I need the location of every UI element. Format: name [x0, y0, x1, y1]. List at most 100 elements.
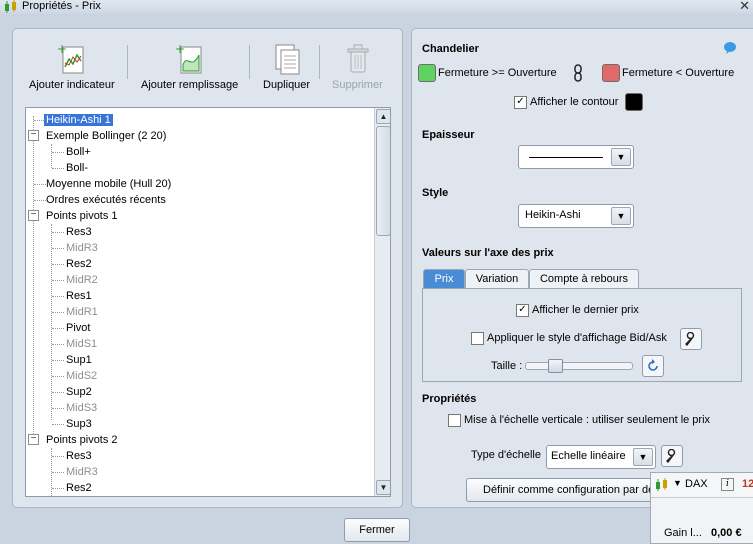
vertical-scale-checkbox[interactable] — [448, 414, 461, 427]
tree-item[interactable]: Heikin-Ashi 1 — [44, 112, 113, 128]
tree-line — [52, 392, 64, 393]
tree-item[interactable]: Res1 — [66, 288, 92, 304]
link-chain-icon[interactable] — [573, 64, 583, 82]
tree-item[interactable]: Moyenne mobile (Hull 20) — [46, 176, 171, 192]
tree-item-label: MidR3 — [66, 242, 98, 254]
gain-value: 0,00 € — [711, 527, 742, 539]
tree-scrollbar[interactable]: ▲ ▼ — [374, 108, 390, 496]
dax-symbol: DAX — [685, 478, 708, 490]
toolbar-separator — [319, 45, 320, 79]
tab-variation[interactable]: Variation — [465, 269, 529, 288]
dax-popup-header: ▼ DAX i 12 — [651, 473, 753, 498]
tree-line — [52, 344, 64, 345]
chevron-down-icon: ▼ — [633, 448, 653, 466]
properties-panel: Chandelier Fermeture >= Ouverture Fermet… — [411, 28, 753, 508]
style-select[interactable]: Heikin-Ashi ▼ — [518, 204, 634, 228]
size-slider[interactable] — [525, 362, 633, 370]
epaisseur-section-title: Epaisseur — [422, 129, 475, 141]
tree-item-label: Points pivots 1 — [46, 210, 118, 222]
add-fill-button[interactable]: + Ajouter remplissage — [141, 43, 238, 91]
delete-label: Supprimer — [332, 79, 383, 91]
tab-prix[interactable]: Prix — [423, 269, 465, 288]
tree-item[interactable]: Sup1 — [66, 352, 92, 368]
tree-item-label: Sup1 — [66, 354, 92, 366]
dropdown-arrow-icon[interactable]: ▼ — [673, 478, 682, 488]
tree-line — [52, 296, 64, 297]
tree-line — [51, 144, 52, 168]
size-slider-thumb[interactable] — [548, 359, 564, 373]
scale-type-value: Echelle linéaire — [551, 450, 626, 462]
reset-size-button[interactable] — [642, 355, 664, 377]
outline-color-swatch[interactable] — [625, 93, 643, 111]
tree-item-label: Res2 — [66, 482, 92, 494]
add-indicator-label: Ajouter indicateur — [29, 79, 115, 91]
tree-item-label: Boll+ — [66, 146, 91, 158]
scroll-down-icon[interactable]: ▼ — [376, 480, 390, 495]
close-window-icon[interactable]: ✕ — [739, 0, 750, 14]
tree-item[interactable]: MidS1 — [66, 336, 97, 352]
duplicate-button[interactable]: Dupliquer — [263, 43, 310, 91]
tree-item[interactable]: Pivot — [66, 320, 90, 336]
tree-item[interactable]: Res2 — [66, 480, 92, 496]
tree-item[interactable]: Ordres exécutés récents — [46, 192, 166, 208]
tree-item-label: MidR3 — [66, 466, 98, 478]
tree-item[interactable]: Res3 — [66, 448, 92, 464]
info-icon[interactable]: i — [721, 478, 734, 491]
candlestick-icon — [656, 478, 667, 491]
collapse-toggle[interactable]: − — [28, 434, 39, 445]
tree-item[interactable]: MidR3 — [66, 464, 98, 480]
tree-item[interactable]: Boll+ — [66, 144, 91, 160]
scale-settings-button[interactable] — [661, 445, 683, 467]
tree-item-label: Res2 — [66, 258, 92, 270]
tree-item[interactable]: Exemple Bollinger (2 20) — [46, 128, 166, 144]
trash-icon — [347, 44, 369, 73]
bid-ask-style-checkbox[interactable] — [471, 332, 484, 345]
tree-item[interactable]: MidR1 — [66, 304, 98, 320]
tree-item[interactable]: Points pivots 2 — [46, 432, 118, 448]
collapse-toggle[interactable]: − — [28, 130, 39, 141]
down-color-swatch[interactable] — [602, 64, 620, 82]
delete-button[interactable]: Supprimer — [332, 43, 383, 91]
scroll-thumb[interactable] — [376, 126, 390, 236]
tree-item[interactable]: Res3 — [66, 224, 92, 240]
tree-item-label: MidS2 — [66, 370, 98, 382]
tree-item-label: Res1 — [66, 290, 92, 302]
tree-item[interactable]: Sup3 — [66, 416, 92, 432]
add-fill-label: Ajouter remplissage — [141, 79, 239, 91]
help-bubble-icon[interactable] — [723, 41, 737, 55]
tree-line — [52, 472, 64, 473]
tree-item-label: Res3 — [66, 450, 92, 462]
thickness-select[interactable]: ▼ — [518, 145, 634, 169]
duplicate-icon — [275, 44, 300, 75]
tree-item[interactable]: MidS3 — [66, 400, 97, 416]
show-last-price-checkbox[interactable]: ✓ — [516, 304, 529, 317]
down-color-label: Fermeture < Ouverture — [622, 67, 735, 79]
tab-countdown[interactable]: Compte à rebours — [529, 269, 639, 288]
scroll-up-icon[interactable]: ▲ — [376, 109, 390, 124]
show-outline-checkbox[interactable]: ✓ — [514, 96, 527, 109]
toolbar-separator — [127, 45, 128, 79]
window-title: Propriétés - Prix — [22, 0, 101, 12]
tree-item[interactable]: Boll- — [66, 160, 88, 176]
tree-line — [52, 248, 64, 249]
tree-line — [52, 360, 64, 361]
tree-item-label: MidR2 — [66, 274, 98, 286]
wrench-icon — [666, 448, 676, 464]
tree-item[interactable]: MidR2 — [66, 272, 98, 288]
tree-item[interactable]: MidS2 — [66, 368, 97, 384]
set-default-config-button[interactable]: Définir comme configuration par dé — [466, 478, 672, 502]
up-color-swatch[interactable] — [418, 64, 436, 82]
scale-type-select[interactable]: Echelle linéaire ▼ — [546, 445, 656, 469]
add-indicator-button[interactable]: + Ajouter indicateur — [29, 43, 115, 91]
bid-ask-settings-button[interactable] — [680, 328, 702, 350]
tree-item[interactable]: Points pivots 1 — [46, 208, 118, 224]
chandelier-section-title: Chandelier — [422, 43, 479, 55]
tree-item[interactable]: Sup2 — [66, 384, 92, 400]
tree-item[interactable]: MidR3 — [66, 240, 98, 256]
tree-line — [34, 184, 46, 185]
tree-item[interactable]: Res2 — [66, 256, 92, 272]
properties-section-title: Propriétés — [422, 393, 477, 405]
collapse-toggle[interactable]: − — [28, 210, 39, 221]
close-button[interactable]: Fermer — [344, 518, 410, 542]
tree-item-label: Points pivots 2 — [46, 434, 118, 446]
